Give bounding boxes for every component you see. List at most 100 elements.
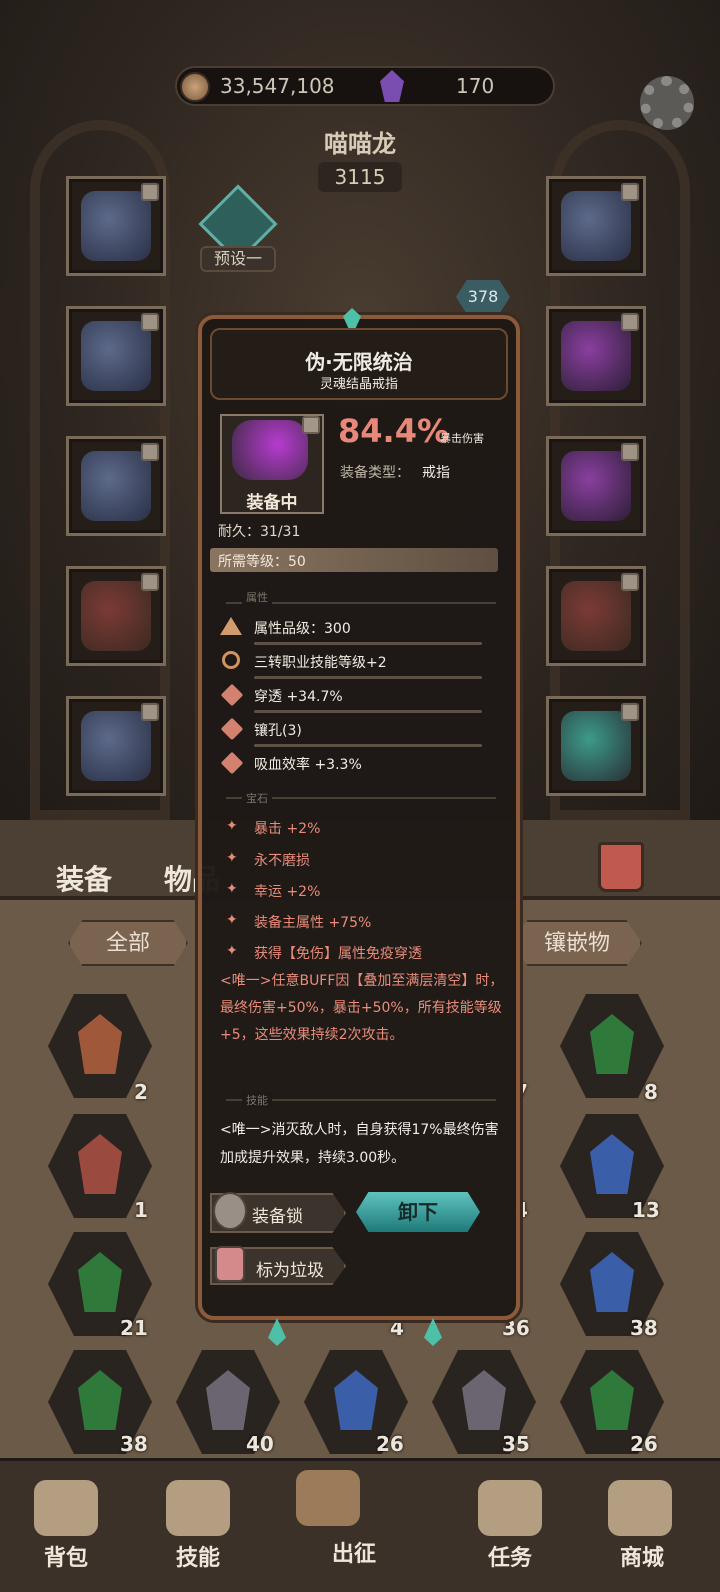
mark-junk-label[interactable]: 标为垃圾 — [256, 1256, 324, 1281]
nav-backpack[interactable]: 背包 — [16, 1540, 116, 1572]
unequip-button[interactable]: 卸下 — [356, 1192, 480, 1232]
sparkle-icon: ✦ — [226, 881, 238, 897]
required-level: 所需等级：50 — [218, 554, 306, 570]
scroll-icon[interactable] — [478, 1480, 542, 1536]
sparkle-icon: ✦ — [226, 850, 238, 866]
lock-equipment-label[interactable]: 装备锁 — [252, 1202, 303, 1227]
gem-bonus: 获得【免伤】属性免疫穿透 — [254, 946, 422, 962]
section-attributes: 属性 — [242, 589, 272, 605]
main-stat-value: 84.4% — [338, 412, 450, 450]
helmet-icon — [81, 191, 151, 261]
backpack-icon[interactable] — [34, 1480, 98, 1536]
lock-icon — [141, 443, 159, 461]
skill-book-icon[interactable] — [166, 1480, 230, 1536]
equip-slot-helmet[interactable] — [66, 176, 166, 276]
equip-slot-cape[interactable] — [546, 306, 646, 406]
divider — [254, 744, 482, 747]
trash-icon[interactable] — [598, 842, 644, 892]
equip-slot-ring[interactable] — [546, 436, 646, 536]
cape-icon — [561, 321, 631, 391]
hero-name: 喵喵龙 — [324, 130, 396, 158]
chest-icon — [78, 1014, 122, 1074]
equip-slot-armor[interactable] — [66, 306, 166, 406]
trash-can-icon — [215, 1246, 245, 1282]
lock-icon — [141, 313, 159, 331]
green-gem-icon — [590, 1014, 634, 1074]
item-count: 26 — [376, 1432, 404, 1456]
armor-icon — [81, 321, 151, 391]
item-count: 38 — [120, 1432, 148, 1456]
green-gem-icon — [78, 1252, 122, 1312]
filter-gems-button[interactable]: 镶嵌物 — [512, 920, 642, 966]
attr-penetration: 穿透 +34.7% — [254, 689, 343, 705]
lock-icon — [141, 183, 159, 201]
expedition-map-icon[interactable] — [296, 1470, 360, 1526]
coin-icon — [180, 72, 210, 102]
preset-button[interactable]: 预设一 — [200, 246, 276, 272]
divider — [254, 710, 482, 713]
equip-slot-boots[interactable] — [66, 696, 166, 796]
gem-bonus: 暴击 +2% — [254, 821, 321, 837]
gold-amount: 33,547,108 — [220, 74, 335, 98]
lock-icon — [302, 416, 320, 434]
unique-effect-1: <唯一>任意BUFF因【叠加至满层清空】时，最终伤害+50%，暴击+50%，所有… — [220, 973, 504, 1043]
green-gem-icon — [590, 1370, 634, 1430]
sparkle-icon: ✦ — [226, 912, 238, 928]
green-gem-icon — [78, 1370, 122, 1430]
nav-quests[interactable]: 任务 — [460, 1540, 560, 1572]
lock-icon — [621, 313, 639, 331]
item-count: 21 — [120, 1316, 148, 1340]
main-stat-name: 暴击伤害 — [440, 432, 484, 445]
sparkle-icon: ✦ — [226, 943, 238, 959]
nav-shop[interactable]: 商城 — [592, 1540, 692, 1572]
section-gems: 宝石 — [242, 790, 272, 806]
red-gem-icon — [78, 1134, 122, 1194]
shop-crest-icon[interactable] — [608, 1480, 672, 1536]
equip-slot-amulet[interactable] — [546, 696, 646, 796]
item-count: 13 — [632, 1198, 660, 1222]
section-skills: 技能 — [242, 1092, 272, 1108]
equip-slot-weapon[interactable] — [546, 566, 646, 666]
attr-lifesteal: 吸血效率 +3.3% — [254, 757, 362, 773]
ring-icon — [561, 451, 631, 521]
equip-slot-pants[interactable] — [66, 566, 166, 666]
refresh-icon — [222, 651, 240, 669]
sparkle-icon: ✦ — [226, 818, 238, 834]
lock-icon — [621, 443, 639, 461]
equip-slot-necklace[interactable] — [546, 176, 646, 276]
item-count: 40 — [246, 1432, 274, 1456]
item-name: 伪·无限统治 — [305, 350, 413, 374]
gem-bonus: 幸运 +2% — [254, 884, 321, 900]
durability: 耐久：31/31 — [218, 524, 301, 540]
divider — [254, 676, 482, 679]
equip-slot-gloves[interactable] — [66, 436, 166, 536]
boots-icon — [81, 711, 151, 781]
lock-icon — [141, 703, 159, 721]
blue-gem-icon — [334, 1370, 378, 1430]
gem-bonus: 装备主属性 +75% — [254, 915, 372, 931]
lock-icon — [621, 183, 639, 201]
gray-gem-icon — [206, 1370, 250, 1430]
item-count: 1 — [134, 1198, 148, 1222]
settings-gear-icon[interactable] — [640, 76, 694, 130]
item-count: 26 — [630, 1432, 658, 1456]
blue-gem-icon — [590, 1134, 634, 1194]
lock-avatar-icon — [213, 1192, 247, 1230]
lock-icon — [621, 703, 639, 721]
lock-icon — [141, 573, 159, 591]
nav-skills[interactable]: 技能 — [148, 1540, 248, 1572]
pants-icon — [81, 581, 151, 651]
nav-expedition[interactable]: 出征 — [304, 1536, 404, 1568]
ring-icon — [232, 420, 308, 480]
equipped-label: 装备中 — [246, 493, 298, 513]
item-type-label: 装备类型： — [340, 465, 410, 481]
attr-quality: 属性品级：300 — [254, 621, 351, 637]
gem-bonus: 永不磨损 — [254, 853, 310, 869]
lock-icon — [621, 573, 639, 591]
item-count: 35 — [502, 1432, 530, 1456]
gray-gem-icon — [462, 1370, 506, 1430]
blue-gem-icon — [590, 1252, 634, 1312]
item-type-value: 戒指 — [422, 465, 450, 481]
filter-all-button[interactable]: 全部 — [68, 920, 188, 966]
tab-equipment[interactable]: 装备 — [56, 858, 112, 898]
